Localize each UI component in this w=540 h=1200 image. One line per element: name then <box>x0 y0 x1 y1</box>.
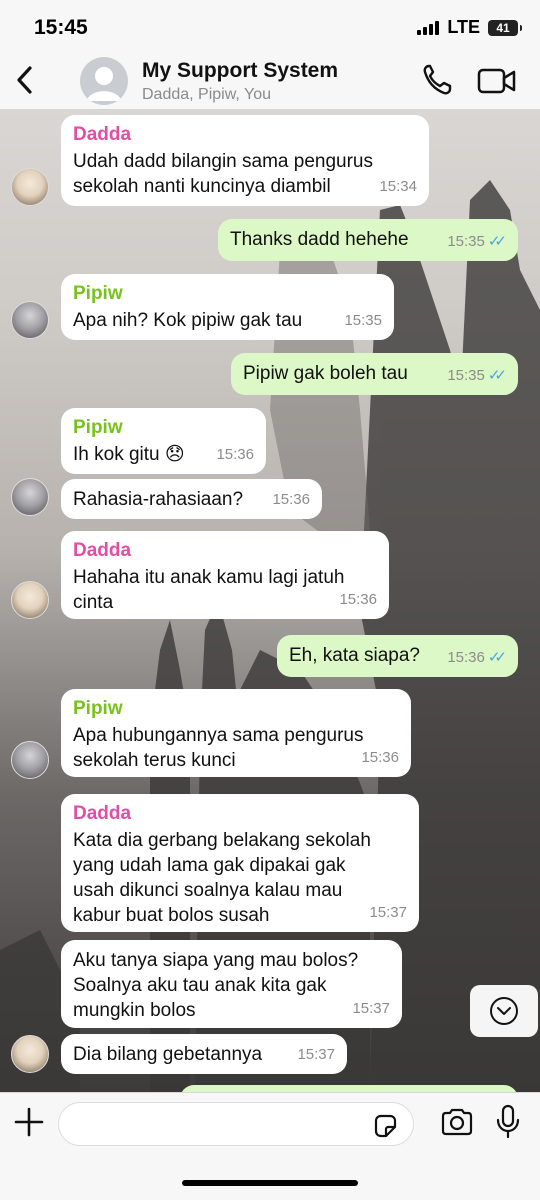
message-bubble-outgoing-partial[interactable] <box>180 1085 518 1092</box>
battery-icon: 41 <box>488 19 522 36</box>
message-time: 15:37 <box>369 904 407 921</box>
message-sender: Pipiw <box>73 417 123 438</box>
scroll-to-bottom-button[interactable] <box>470 985 538 1037</box>
camera-icon <box>441 1108 473 1136</box>
battery-level: 41 <box>496 20 510 35</box>
message-time: 15:36 <box>216 446 254 463</box>
message-meta: 15:36 <box>216 442 254 467</box>
voice-call-button[interactable] <box>420 62 454 98</box>
message-bubble[interactable]: Dia bilang gebetannya 15:37 <box>61 1034 347 1074</box>
signal-icon <box>417 20 440 35</box>
message-time: 15:35 <box>447 367 485 384</box>
message-meta: 15:34 <box>379 174 417 199</box>
message-bubble[interactable]: Dadda Hahaha itu anak kamu lagi jatuh ci… <box>61 531 389 619</box>
message-sender: Dadda <box>73 540 132 561</box>
video-call-button[interactable] <box>477 66 517 96</box>
message-meta: 15:37 <box>352 996 390 1021</box>
composer-bar <box>0 1092 540 1200</box>
message-time: 15:36 <box>339 591 377 608</box>
chat-area[interactable]: Dadda Udah dadd bilangin sama pengurus s… <box>0 110 540 1092</box>
message-sender: Pipiw <box>73 283 123 304</box>
message-meta: 15:36 <box>361 745 399 770</box>
message-meta: 15:35 ✓✓ <box>447 229 507 254</box>
message-meta: 15:37 <box>369 900 407 925</box>
message-meta: 15:36 ✓✓ <box>447 645 507 670</box>
top-bar: 15:45 LTE 41 My Support System Dadda, Pi… <box>0 0 540 110</box>
chevron-down-icon <box>490 997 518 1025</box>
message-bubble[interactable]: Pipiw Apa hubungannya sama pengurus seko… <box>61 689 411 777</box>
group-avatar[interactable] <box>80 57 128 105</box>
message-text: Dia bilang gebetannya <box>73 1044 263 1065</box>
microphone-icon <box>496 1104 520 1139</box>
home-indicator <box>182 1180 358 1186</box>
message-time: 15:37 <box>297 1046 335 1063</box>
message-bubble[interactable]: Pipiw Apa nih? Kok pipiw gak tau 15:35 <box>61 274 394 340</box>
video-camera-icon <box>477 68 516 94</box>
message-text: Apa hubungannya sama pengurus sekolah te… <box>73 725 364 771</box>
sticker-icon <box>374 1114 397 1138</box>
back-button[interactable] <box>8 58 42 102</box>
group-avatar-icon <box>87 67 121 101</box>
message-text: Aku tanya siapa yang mau bolos? Soalnya … <box>73 950 359 1021</box>
message-time: 15:35 <box>344 312 382 329</box>
message-bubble[interactable]: Dadda Kata dia gerbang belakang sekolah … <box>61 794 419 932</box>
message-bubble[interactable]: Dadda Udah dadd bilangin sama pengurus s… <box>61 115 429 206</box>
read-receipt-icon: ✓✓ <box>487 649 507 666</box>
message-sender: Dadda <box>73 124 132 145</box>
chat-participants[interactable]: Dadda, Pipiw, You <box>142 86 271 104</box>
message-sender: Pipiw <box>73 698 123 719</box>
message-bubble[interactable]: Pipiw Ih kok gitu 😞 15:36 <box>61 408 266 474</box>
status-time: 15:45 <box>34 16 88 39</box>
message-meta: 15:36 <box>339 587 377 612</box>
network-label: LTE <box>447 17 480 37</box>
message-text: Apa nih? Kok pipiw gak tau <box>73 310 303 331</box>
avatar-pipiw[interactable] <box>11 301 49 339</box>
read-receipt-icon: ✓✓ <box>487 233 507 250</box>
message-time: 15:37 <box>352 1000 390 1017</box>
message-bubble[interactable]: Aku tanya siapa yang mau bolos? Soalnya … <box>61 940 402 1028</box>
message-bubble-outgoing[interactable]: Eh, kata siapa? 15:36 ✓✓ <box>277 635 518 677</box>
message-sender: Dadda <box>73 803 132 824</box>
message-time: 15:34 <box>379 178 417 195</box>
message-text: Udah dadd bilangin sama pengurus sekolah… <box>73 151 373 197</box>
plus-icon <box>14 1107 44 1137</box>
message-bubble-outgoing[interactable]: Thanks dadd hehehe 15:35 ✓✓ <box>218 219 518 261</box>
chat-title[interactable]: My Support System <box>142 59 338 83</box>
status-indicators: LTE 41 <box>417 17 522 38</box>
message-meta: 15:35 <box>344 308 382 333</box>
voice-message-button[interactable] <box>495 1104 521 1140</box>
avatar-dadda[interactable] <box>11 1035 49 1073</box>
message-meta: 15:35 ✓✓ <box>447 363 507 388</box>
message-text: Kata dia gerbang belakang sekolah yang u… <box>73 830 371 926</box>
message-bubble[interactable]: Rahasia-rahasiaan? 15:36 <box>61 479 322 519</box>
message-time: 15:36 <box>361 749 399 766</box>
chevron-left-icon <box>17 66 32 94</box>
message-time: 15:36 <box>447 649 485 666</box>
message-time: 15:36 <box>272 491 310 508</box>
message-meta: 15:36 <box>272 487 310 512</box>
message-meta: 15:37 <box>297 1042 335 1067</box>
avatar-pipiw[interactable] <box>11 478 49 516</box>
camera-button[interactable] <box>440 1107 474 1137</box>
avatar-dadda[interactable] <box>11 581 49 619</box>
phone-icon <box>423 64 452 95</box>
read-receipt-icon: ✓✓ <box>487 367 507 384</box>
message-input[interactable] <box>58 1102 414 1146</box>
avatar-pipiw[interactable] <box>11 741 49 779</box>
message-bubble-outgoing[interactable]: Pipiw gak boleh tau 15:35 ✓✓ <box>231 353 518 395</box>
message-text: Hahaha itu anak kamu lagi jatuh cinta <box>73 567 345 613</box>
sticker-button[interactable] <box>372 1113 398 1139</box>
avatar-dadda[interactable] <box>11 168 49 206</box>
message-time: 15:35 <box>447 233 485 250</box>
attach-button[interactable] <box>12 1105 46 1139</box>
